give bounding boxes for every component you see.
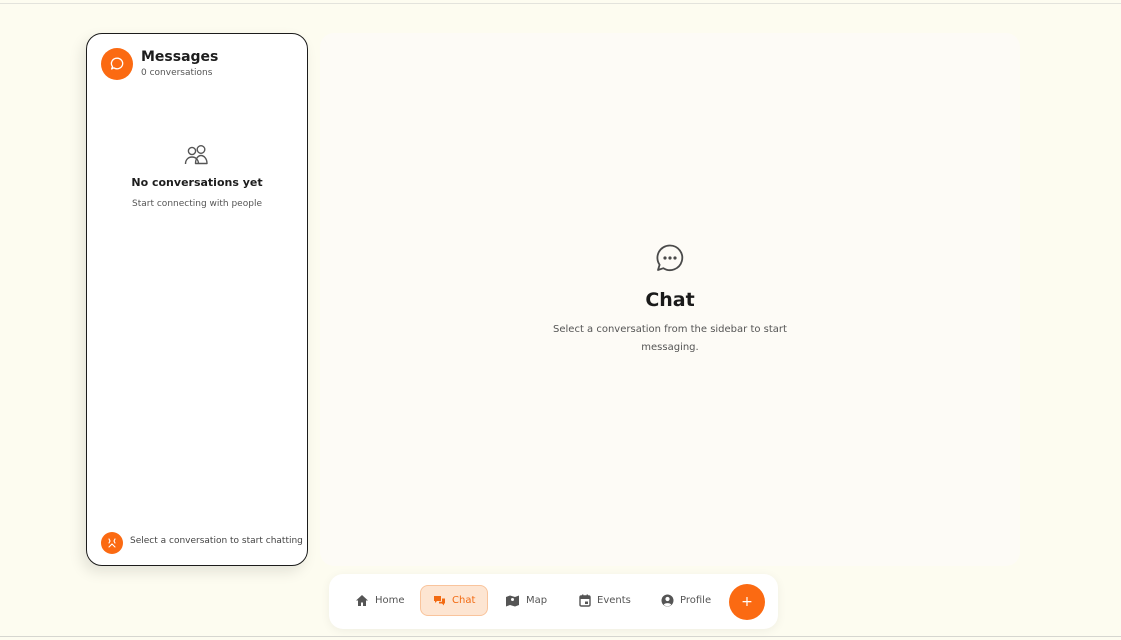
nav-label-home: Home <box>375 595 405 606</box>
footer-hint: Select a conversation to start chatting <box>130 535 303 546</box>
sparkle-icon <box>108 538 116 548</box>
bottom-nav: Home Chat Map Events Profile + <box>329 574 778 629</box>
conversations-sidebar: Messages 0 conversations No conversation… <box>86 33 308 566</box>
conversation-count: 0 conversations <box>141 68 213 78</box>
empty-subtitle: Start connecting with people <box>132 199 262 209</box>
bottom-divider <box>0 636 1121 637</box>
message-bubble-icon <box>110 57 124 70</box>
nav-item-events[interactable]: Events <box>567 585 643 616</box>
top-divider <box>0 3 1121 4</box>
nav-label-profile: Profile <box>680 595 712 606</box>
footer-avatar <box>101 532 123 554</box>
messages-avatar <box>101 48 133 80</box>
nav-label-chat: Chat <box>452 595 476 606</box>
calendar-icon <box>579 594 591 607</box>
nav-item-chat[interactable]: Chat <box>420 585 489 616</box>
main-subtitle-line-1: Select a conversation from the sidebar t… <box>553 324 787 335</box>
nav-item-map[interactable]: Map <box>493 585 559 616</box>
map-icon <box>506 595 519 607</box>
sidebar-footer: Select a conversation to start chatting <box>101 532 303 554</box>
main-subtitle-line-2: messaging. <box>641 342 699 353</box>
nav-label-map: Map <box>526 595 548 606</box>
sidebar-header: Messages 0 conversations <box>101 48 218 80</box>
nav-item-profile[interactable]: Profile <box>649 585 723 616</box>
users-icon <box>184 145 208 165</box>
chat-icon <box>434 595 445 605</box>
chat-main-panel: Chat Select a conversation from the side… <box>320 33 1020 566</box>
nav-item-home[interactable]: Home <box>343 585 417 616</box>
add-button[interactable]: + <box>729 584 765 620</box>
nav-label-events: Events <box>597 595 631 606</box>
user-circle-icon <box>661 594 674 607</box>
home-icon <box>356 595 368 606</box>
empty-title: No conversations yet <box>131 176 263 189</box>
chat-dots-icon <box>656 244 684 271</box>
empty-state: No conversations yet Start connecting wi… <box>87 144 307 209</box>
main-subtitle: Select a conversation from the sidebar t… <box>320 321 1020 357</box>
sidebar-title: Messages <box>141 49 219 65</box>
main-title: Chat <box>645 289 695 311</box>
